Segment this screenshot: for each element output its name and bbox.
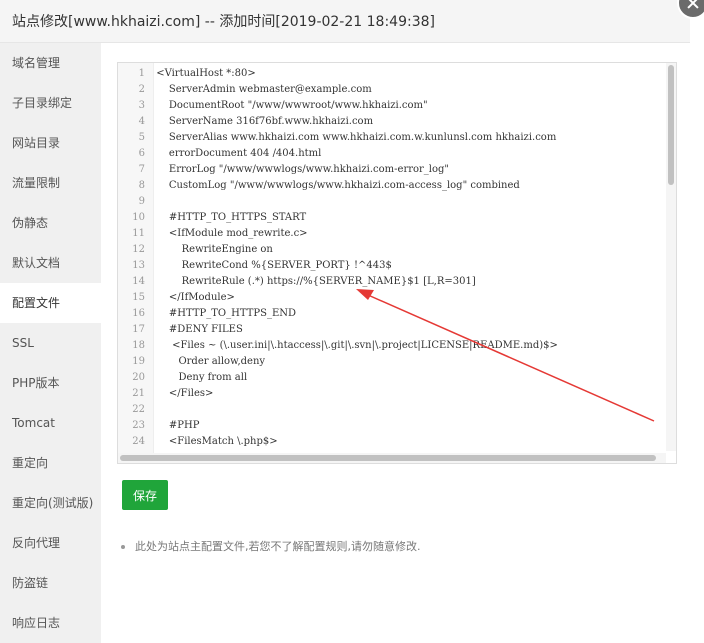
line-text: ErrorLog "/www/wwwlogs/www.hkhaizi.com-e… — [156, 164, 450, 175]
code-line: 8 CustomLog "/www/wwwlogs/www.hkhaizi.co… — [118, 178, 666, 194]
sidebar-item[interactable]: 网站目录 — [0, 123, 101, 163]
code-line: 4 ServerName 316f76bf.www.hkhaizi.com — [118, 114, 666, 130]
line-number: 7 — [118, 162, 153, 178]
line-number: 15 — [118, 290, 153, 306]
sidebar-item[interactable]: 重定向 — [0, 443, 101, 483]
config-editor[interactable]: 1 <VirtualHost *:80> 2 ServerAdmin webmas… — [117, 62, 677, 464]
sidebar-item[interactable]: SSL — [0, 323, 101, 363]
line-number: 16 — [118, 306, 153, 322]
line-number: 20 — [118, 370, 153, 386]
save-button[interactable]: 保存 — [122, 480, 168, 510]
code-line: 10 #HTTP_TO_HTTPS_START — [118, 210, 666, 226]
line-number: 23 — [118, 418, 153, 434]
horizontal-scrollbar[interactable] — [118, 453, 666, 463]
sidebar-item[interactable]: 重定向(测试版) — [0, 483, 101, 523]
code-line: 2 ServerAdmin webmaster@example.com — [118, 82, 666, 98]
sidebar-item[interactable]: 子目录绑定 — [0, 83, 101, 123]
code-line: 14 RewriteRule (.*) https://%{SERVER_NAM… — [118, 274, 666, 290]
line-text: #HTTP_TO_HTTPS_START — [156, 212, 307, 223]
sidebar-item[interactable]: 反向代理 — [0, 523, 101, 563]
code-line: 21 </Files> — [118, 386, 666, 402]
main-panel: 1 <VirtualHost *:80> 2 ServerAdmin webmas… — [101, 43, 690, 643]
sidebar-item[interactable]: 默认文档 — [0, 243, 101, 283]
sidebar-item[interactable]: 域名管理 — [0, 43, 101, 83]
line-number: 17 — [118, 322, 153, 338]
line-text: <Files ~ (\.user.ini|\.htaccess|\.git|\.… — [156, 340, 558, 351]
code-line: 15 </IfModule> — [118, 290, 666, 306]
line-number: 14 — [118, 274, 153, 290]
line-number: 2 — [118, 82, 153, 98]
code-line: 6 errorDocument 404 /404.html — [118, 146, 666, 162]
line-text: DocumentRoot "/www/wwwroot/www.hkhaizi.c… — [156, 100, 428, 111]
code-line: 20 Deny from all — [118, 370, 666, 386]
line-number: 10 — [118, 210, 153, 226]
sidebar-item[interactable]: 伪静态 — [0, 203, 101, 243]
code-line: 7 ErrorLog "/www/wwwlogs/www.hkhaizi.com… — [118, 162, 666, 178]
line-number: 19 — [118, 354, 153, 370]
horizontal-scroll-thumb[interactable] — [120, 455, 656, 461]
line-text: CustomLog "/www/wwwlogs/www.hkhaizi.com-… — [156, 180, 520, 191]
line-text: RewriteEngine on — [156, 244, 273, 255]
code-line: 1 <VirtualHost *:80> — [118, 66, 666, 82]
vertical-scroll-thumb[interactable] — [668, 65, 674, 185]
line-number: 9 — [118, 194, 153, 210]
line-number: 8 — [118, 178, 153, 194]
line-number: 18 — [118, 338, 153, 354]
sidebar-item[interactable]: 配置文件 — [0, 283, 101, 323]
vertical-scrollbar[interactable] — [666, 63, 676, 451]
sidebar-item[interactable]: 流量限制 — [0, 163, 101, 203]
line-text: RewriteRule (.*) https://%{SERVER_NAME}$… — [156, 276, 476, 287]
sidebar-item[interactable]: 防盗链 — [0, 563, 101, 603]
line-number: 12 — [118, 242, 153, 258]
line-number: 4 — [118, 114, 153, 130]
line-number: 1 — [118, 66, 153, 82]
code-line: 17 #DENY FILES — [118, 322, 666, 338]
code-line: 9 — [118, 194, 666, 210]
line-text: RewriteCond %{SERVER_PORT} !^443$ — [156, 260, 392, 271]
sidebar-item[interactable]: Tomcat — [0, 403, 101, 443]
line-number: 11 — [118, 226, 153, 242]
line-text: #DENY FILES — [156, 324, 243, 335]
line-text: ServerName 316f76bf.www.hkhaizi.com — [156, 116, 374, 127]
config-tip: 此处为站点主配置文件,若您不了解配置规则,请勿随意修改. — [121, 538, 421, 554]
line-number: 13 — [118, 258, 153, 274]
line-number: 21 — [118, 386, 153, 402]
line-text: <IfModule mod_rewrite.c> — [156, 228, 308, 239]
code-area[interactable]: 1 <VirtualHost *:80> 2 ServerAdmin webmas… — [118, 66, 666, 451]
code-line: 12 RewriteEngine on — [118, 242, 666, 258]
dialog-title: 站点修改[www.hkhaizi.com] -- 添加时间[2019-02-21… — [12, 14, 435, 30]
line-number: 22 — [118, 402, 153, 418]
bullet-icon — [121, 545, 125, 549]
sidebar-item[interactable]: 响应日志 — [0, 603, 101, 643]
line-text: Order allow,deny — [156, 356, 266, 367]
line-number: 5 — [118, 130, 153, 146]
line-text: <VirtualHost *:80> — [156, 68, 256, 79]
line-text: </IfModule> — [156, 292, 235, 303]
code-line: 5 ServerAlias www.hkhaizi.com www.hkhaiz… — [118, 130, 666, 146]
line-text: Deny from all — [156, 372, 248, 383]
code-line: 22 — [118, 402, 666, 418]
line-text: <FilesMatch \.php$> — [156, 436, 278, 447]
line-text: </Files> — [156, 388, 214, 399]
line-text: ServerAdmin webmaster@example.com — [156, 84, 372, 95]
code-line: 13 RewriteCond %{SERVER_PORT} !^443$ — [118, 258, 666, 274]
code-line: 18 <Files ~ (\.user.ini|\.htaccess|\.git… — [118, 338, 666, 354]
code-line: 19 Order allow,deny — [118, 354, 666, 370]
sidebar: 域名管理 子目录绑定 网站目录 流量限制 伪静态 默认文档 配置文件 SSL PHP版本 Tomc… — [0, 43, 101, 643]
code-line: 3 DocumentRoot "/www/wwwroot/www.hkhaizi… — [118, 98, 666, 114]
sidebar-item[interactable]: PHP版本 — [0, 363, 101, 403]
dialog-titlebar: 站点修改[www.hkhaizi.com] -- 添加时间[2019-02-21… — [0, 0, 690, 43]
config-tip-text: 此处为站点主配置文件,若您不了解配置规则,请勿随意修改. — [135, 540, 421, 553]
line-text: #HTTP_TO_HTTPS_END — [156, 308, 297, 319]
code-line: 11 <IfModule mod_rewrite.c> — [118, 226, 666, 242]
line-number: 24 — [118, 434, 153, 450]
line-text: errorDocument 404 /404.html — [156, 148, 322, 159]
line-text: #PHP — [156, 420, 200, 431]
line-text: ServerAlias www.hkhaizi.com www.hkhaizi.… — [156, 132, 557, 143]
line-number: 3 — [118, 98, 153, 114]
line-number: 6 — [118, 146, 153, 162]
code-line: 16 #HTTP_TO_HTTPS_END — [118, 306, 666, 322]
code-line: 24 <FilesMatch \.php$> — [118, 434, 666, 450]
code-line: 23 #PHP — [118, 418, 666, 434]
